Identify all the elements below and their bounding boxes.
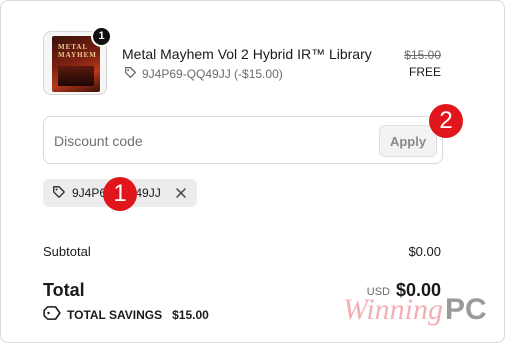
watermark: Winning PC bbox=[343, 293, 487, 327]
savings-label: TOTAL SAVINGS bbox=[67, 307, 163, 322]
watermark-text-2: PC bbox=[445, 293, 487, 326]
original-price: $15.00 bbox=[404, 48, 441, 62]
total-savings: TOTAL SAVINGS $15.00 bbox=[43, 306, 209, 323]
discount-code-input[interactable] bbox=[54, 131, 354, 151]
product-title: Metal Mayhem Vol 2 Hybrid IR™ Library bbox=[122, 46, 372, 62]
quantity-badge: 1 bbox=[91, 26, 112, 47]
watermark-text-1: Winning bbox=[343, 293, 444, 326]
current-price: FREE bbox=[408, 65, 441, 79]
subtotal-label: Subtotal bbox=[43, 244, 91, 259]
savings-value: $15.00 bbox=[172, 307, 209, 322]
apply-button[interactable]: Apply bbox=[379, 125, 437, 157]
savings-tag-icon bbox=[43, 306, 61, 323]
product-cover-image: METAL MAYHEM bbox=[52, 36, 100, 92]
product-cover-text: METAL MAYHEM bbox=[58, 43, 97, 59]
remove-discount-icon[interactable] bbox=[173, 185, 189, 201]
tag-icon bbox=[52, 185, 66, 202]
total-label: Total bbox=[43, 280, 85, 300]
product-discount-line: 9J4P69-QQ49JJ (-$15.00) bbox=[124, 66, 283, 82]
subtotal-value: $0.00 bbox=[408, 244, 441, 259]
order-summary-panel: METAL MAYHEM 1 Metal Mayhem Vol 2 Hybrid… bbox=[0, 0, 505, 343]
tag-icon bbox=[124, 66, 137, 82]
product-discount-code: 9J4P69-QQ49JJ (-$15.00) bbox=[142, 67, 283, 81]
discount-code-box: Apply bbox=[43, 116, 443, 164]
step-callout-2: 2 bbox=[429, 104, 463, 138]
step-callout-1: 1 bbox=[103, 177, 137, 211]
